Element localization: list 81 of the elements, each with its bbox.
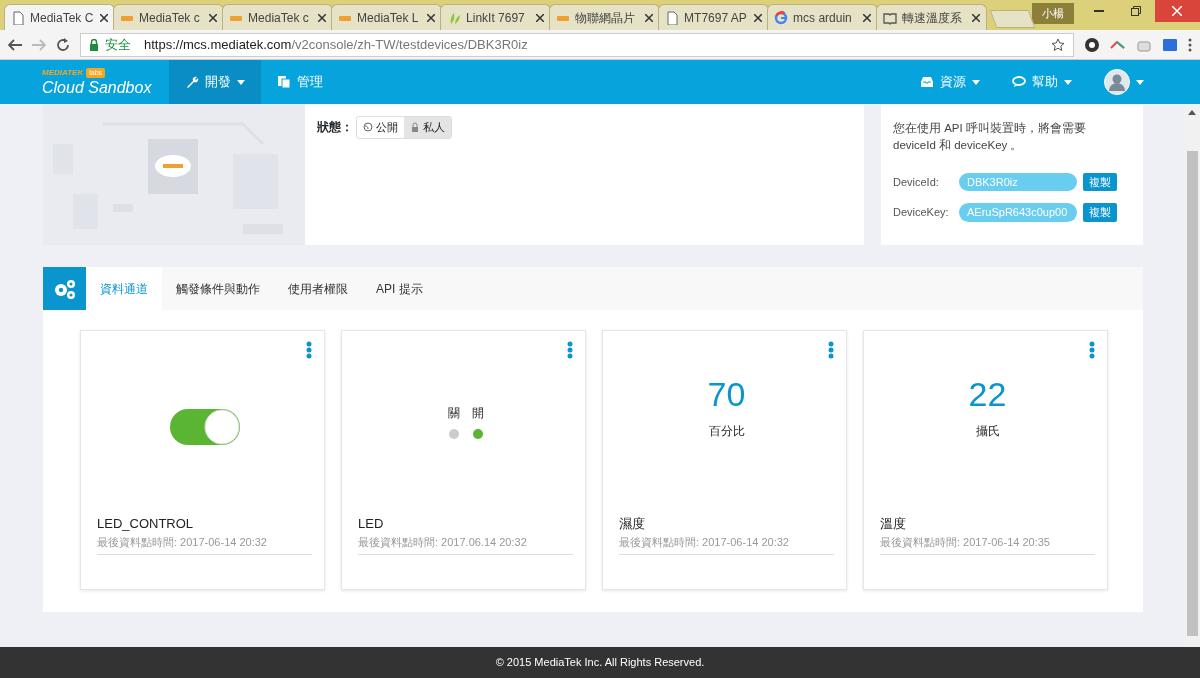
close-icon[interactable] xyxy=(318,13,327,22)
url-text: https://mcs.mediatek.com/v2console/zh-TW/testdevices/DBK3R0iz xyxy=(144,35,528,54)
key-field: AEruSpR643c0up00 xyxy=(959,203,1077,222)
close-icon[interactable] xyxy=(972,13,981,22)
more-icon[interactable] xyxy=(828,341,834,359)
close-icon xyxy=(1172,6,1183,16)
key-field: DBK3R0iz xyxy=(959,172,1077,191)
timestamp-text: 最後資料點時間: 2017.06.14 20:32 xyxy=(358,533,573,555)
new-tab-button[interactable] xyxy=(989,10,1036,28)
browser-tab[interactable]: MediaTek c xyxy=(222,4,334,30)
channel-name: 溫度 xyxy=(880,515,907,533)
inbox-icon xyxy=(920,75,934,89)
page-icon xyxy=(11,10,25,25)
avatar-icon xyxy=(1104,69,1130,95)
footer-text: © 2015 MediaTek Inc. All Rights Reserved. xyxy=(0,647,1200,678)
book-icon xyxy=(883,10,898,25)
globe-icon xyxy=(363,122,373,133)
profile-name[interactable]: 小楊 xyxy=(1032,3,1075,24)
lock-icon xyxy=(410,122,420,133)
visibility-option[interactable]: 私人 xyxy=(404,117,451,138)
close-icon[interactable] xyxy=(209,13,218,22)
close-icon[interactable] xyxy=(100,13,108,22)
close-icon[interactable] xyxy=(863,13,872,22)
extension-icon[interactable] xyxy=(1084,36,1100,53)
wrench-icon xyxy=(185,75,200,89)
unit-label: 百分比 xyxy=(708,424,745,439)
lock-icon xyxy=(89,38,99,51)
more-icon[interactable] xyxy=(306,341,312,359)
google-icon xyxy=(774,10,789,25)
more-icon[interactable] xyxy=(1089,341,1095,359)
status-label: 狀態： xyxy=(317,119,353,137)
status-label: 開 xyxy=(471,404,484,422)
scroll-up-icon[interactable] xyxy=(1188,110,1196,115)
browser-tab[interactable]: mcs arduin xyxy=(767,4,879,30)
close-icon[interactable] xyxy=(754,13,763,22)
secure-label: 安全 xyxy=(105,35,131,54)
channel-tab[interactable]: 使用者權限 xyxy=(274,267,362,310)
chat-icon xyxy=(1012,75,1026,89)
status-label: 關 xyxy=(447,404,460,422)
close-icon[interactable] xyxy=(536,13,545,22)
address-field[interactable]: 安全 https://mcs.mediatek.com/v2console/zh-TW/testdevices/DBK3R0iz xyxy=(80,32,1074,57)
browser-tab[interactable]: 物聯網晶片 xyxy=(549,4,661,30)
browser-tab[interactable]: MT7697 AP xyxy=(658,4,770,30)
browser-tab[interactable]: 轉速溫度系 xyxy=(876,4,988,30)
browser-tab[interactable]: MediaTek c xyxy=(113,4,225,30)
page-icon xyxy=(665,10,680,25)
close-icon[interactable] xyxy=(427,13,436,22)
toggle-switch[interactable] xyxy=(168,407,241,446)
info-text: 您在使用 API 呼叫裝置時，將會需要 deviceId 和 deviceKey 。 xyxy=(893,121,1087,154)
channel-tab[interactable]: 觸發條件與動作 xyxy=(162,267,274,310)
reload-icon[interactable] xyxy=(56,37,70,52)
timestamp-text: 最後資料點時間: 2017-06-14 20:32 xyxy=(97,533,312,555)
browser-tab[interactable]: MediaTek L xyxy=(331,4,443,30)
timestamp-text: 最後資料點時間: 2017-06-14 20:32 xyxy=(619,533,834,555)
more-icon[interactable] xyxy=(567,341,573,359)
browser-tab[interactable]: LinkIt 7697 xyxy=(440,4,552,30)
timestamp-text: 最後資料點時間: 2017-06-14 20:35 xyxy=(880,533,1095,555)
minimize-icon xyxy=(1094,10,1104,12)
browser-tab[interactable]: MediaTek C xyxy=(4,4,115,30)
channel-tab[interactable]: 資料通道 xyxy=(86,267,162,310)
channel-name: LED xyxy=(358,515,385,533)
restore-icon xyxy=(1131,6,1142,16)
close-icon[interactable] xyxy=(645,13,654,22)
channel-name: LED_CONTROL xyxy=(97,515,195,533)
reading-value: 70 xyxy=(707,377,746,411)
channel-name: 濕度 xyxy=(619,515,646,533)
unit-label: 攝氏 xyxy=(975,424,1000,439)
reading-value: 22 xyxy=(968,377,1007,411)
field-label: DeviceId: xyxy=(893,174,940,190)
field-label: DeviceKey: xyxy=(893,205,950,220)
channel-tab[interactable]: API 提示 xyxy=(362,267,437,310)
brand-wordmark: MEDIATEK xyxy=(42,67,84,80)
visibility-option[interactable]: 公開 xyxy=(357,117,404,138)
copy-icon xyxy=(277,75,292,89)
scrollbar-thumb[interactable] xyxy=(1186,151,1198,636)
gears-icon xyxy=(52,277,77,300)
caret-icon xyxy=(1136,79,1144,85)
nav-item[interactable]: 開發 xyxy=(169,60,262,104)
back-icon[interactable] xyxy=(8,38,22,51)
star-icon[interactable] xyxy=(1051,37,1065,52)
menu-icon[interactable] xyxy=(1188,37,1192,52)
